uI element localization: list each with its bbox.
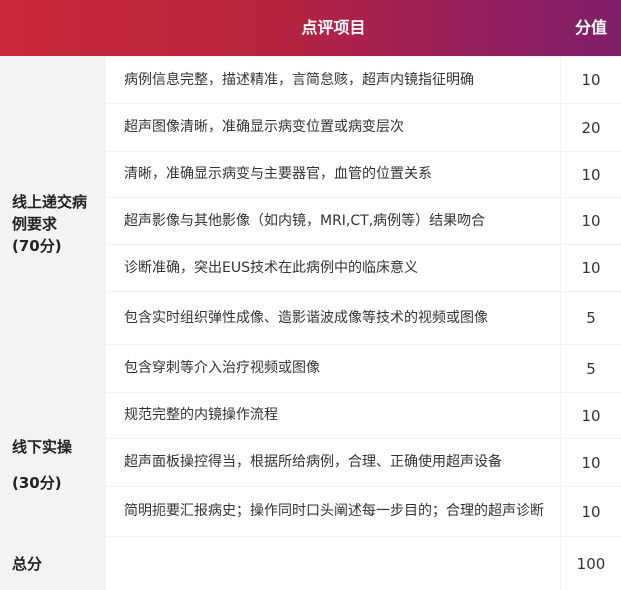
- table-row-item: 超声面板操控得当，根据所给病例，合理、正确使用超声设备: [106, 439, 560, 486]
- category-online-line3: (70分): [12, 237, 62, 255]
- category-offline-line2: (30分): [12, 474, 62, 492]
- category-offline: 线下实操 (30分): [0, 393, 105, 537]
- total-label: 总分: [12, 554, 43, 573]
- header-score-label: 分值: [574, 18, 607, 37]
- table-row-score: 10: [561, 245, 621, 291]
- table-row-item: 包含穿刺等介入治疗视频或图像: [106, 345, 560, 392]
- table-row-item: 超声图像清晰，准确显示病变位置或病变层次: [106, 104, 560, 151]
- table-header: 点评项目 分值: [0, 0, 621, 56]
- category-online-line2: 例要求: [12, 215, 58, 233]
- category-total: 总分: [0, 537, 105, 590]
- table-row-item: 简明扼要汇报病史；操作同时口头阐述每一步目的；合理的超声诊断: [106, 487, 560, 536]
- table-row-item: 病例信息完整，描述精准，言简怠赅，超声内镜指征明确: [106, 57, 560, 103]
- table-row-item: 规范完整的内镜操作流程: [106, 393, 560, 438]
- table-row-item: 超声影像与其他影像（如内镜，MRI,CT,病例等）结果吻合: [106, 198, 560, 244]
- table-row-score: 10: [561, 198, 621, 244]
- table-row-score: 10: [561, 57, 621, 103]
- category-online: 线上递交病 例要求 (70分): [0, 56, 105, 392]
- total-score: 100: [561, 537, 621, 590]
- header-item-label: 点评项目: [301, 18, 366, 37]
- table-row-item: 诊断准确，突出EUS技术在此病例中的临床意义: [106, 245, 560, 291]
- table-row-score: 10: [561, 439, 621, 486]
- table-row-item: 包含实时组织弹性成像、造影谐波成像等技术的视频或图像: [106, 292, 560, 344]
- category-online-line1: 线上递交病: [12, 193, 88, 211]
- category-offline-line1: 线下实操: [12, 438, 73, 456]
- table-row-score: 5: [561, 292, 621, 344]
- table-row-score: 20: [561, 104, 621, 151]
- table-row-score: 5: [561, 345, 621, 392]
- total-item-empty: [106, 537, 560, 590]
- table-row-score: 10: [561, 393, 621, 438]
- table-row-score: 10: [561, 487, 621, 536]
- scoring-table: 点评项目 分值 线上递交病 例要求 (70分) 线下实操 (30分) 总分 病例…: [0, 0, 621, 590]
- table-row-item: 清晰，准确显示病变与主要器官，血管的位置关系: [106, 152, 560, 197]
- table-row-score: 10: [561, 152, 621, 197]
